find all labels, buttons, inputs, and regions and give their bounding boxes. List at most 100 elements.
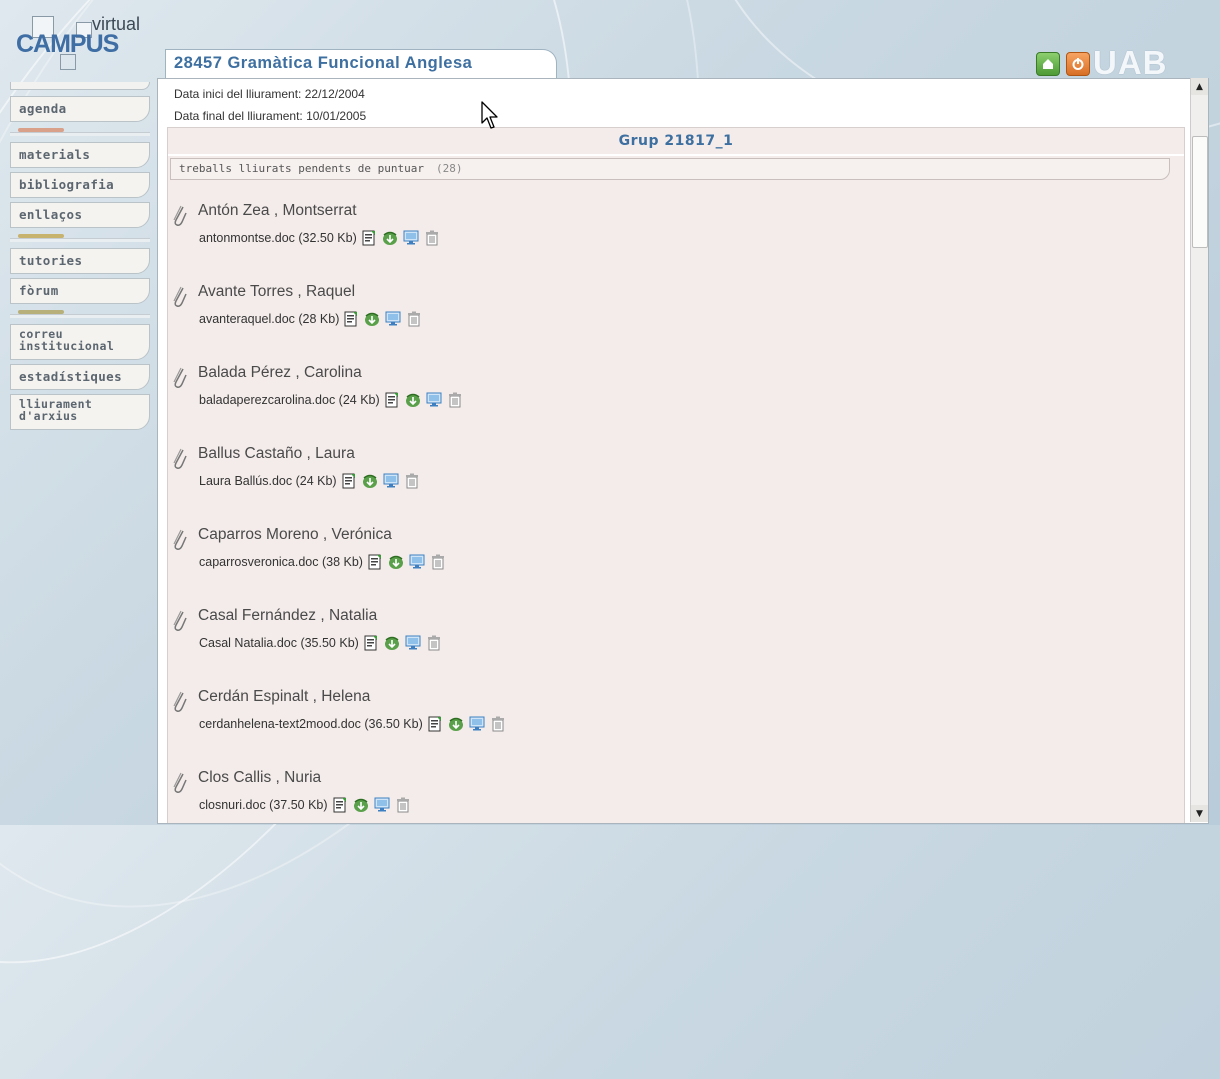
trash-icon[interactable] (448, 392, 462, 408)
student-name: Casal Fernández , Natalia (198, 607, 378, 624)
file-link[interactable]: avanteraquel.doc (28 Kb) (199, 312, 339, 326)
paperclip-icon (172, 609, 188, 631)
download-icon[interactable] (447, 716, 465, 732)
uab-logo: UAB (1093, 44, 1168, 81)
trash-icon[interactable] (407, 311, 421, 327)
grade-document-icon[interactable] (343, 311, 359, 327)
submission-entry: Balada Pérez , Carolina baladaperezcaroli… (168, 364, 1184, 424)
sidebar-item-lliurament-arxius[interactable]: lliurament d'arxius (10, 394, 150, 430)
view-screen-icon[interactable] (374, 797, 392, 813)
submission-entry: Casal Fernández , Natalia Casal Natalia.d… (168, 607, 1184, 667)
file-line: avanteraquel.doc (28 Kb) (199, 311, 421, 327)
sidebar-item-bibliografia[interactable]: bibliografia (10, 172, 150, 198)
grade-document-icon[interactable] (427, 716, 443, 732)
logo-campus-text: CAMPUS (16, 30, 119, 58)
view-screen-icon[interactable] (426, 392, 444, 408)
power-icon[interactable] (1066, 52, 1090, 76)
sidebar: agenda materials bibliografia enllaços t… (10, 82, 150, 434)
student-name: Caparros Moreno , Verónica (198, 526, 392, 543)
view-screen-icon[interactable] (385, 311, 403, 327)
delivery-dates: Data inici del lliurament: 22/12/2004 Da… (174, 83, 366, 127)
paperclip-icon (172, 771, 188, 793)
grade-document-icon[interactable] (332, 797, 348, 813)
file-line: baladaperezcarolina.doc (24 Kb) (199, 392, 462, 408)
trash-icon[interactable] (425, 230, 439, 246)
sidebar-item-tutories[interactable]: tutories (10, 248, 150, 274)
file-link[interactable]: Laura Ballús.doc (24 Kb) (199, 474, 337, 488)
submission-entry: Ballus Castaño , Laura Laura Ballús.doc (… (168, 445, 1184, 505)
grade-document-icon[interactable] (341, 473, 357, 489)
home-icon[interactable] (1036, 52, 1060, 76)
submission-entry: Avante Torres , Raquel avanteraquel.doc (… (168, 283, 1184, 343)
file-line: Casal Natalia.doc (35.50 Kb) (199, 635, 441, 651)
course-tab[interactable]: 28457 Gramàtica Funcional Anglesa (165, 49, 557, 79)
paperclip-icon (172, 690, 188, 712)
sidebar-item-forum[interactable]: fòrum (10, 278, 150, 304)
trash-icon[interactable] (431, 554, 445, 570)
trash-icon[interactable] (427, 635, 441, 651)
scroll-thumb[interactable] (1192, 136, 1208, 248)
view-screen-icon[interactable] (403, 230, 421, 246)
file-line: cerdanhelena-text2mood.doc (36.50 Kb) (199, 716, 505, 732)
paperclip-icon (172, 528, 188, 550)
top-toolbar (1036, 52, 1090, 76)
scroll-down-button[interactable]: ▼ (1191, 805, 1208, 822)
mouse-cursor-icon (481, 101, 498, 129)
trash-icon[interactable] (396, 797, 410, 813)
download-icon[interactable] (363, 311, 381, 327)
grade-document-icon[interactable] (384, 392, 400, 408)
file-line: Laura Ballús.doc (24 Kb) (199, 473, 419, 489)
view-screen-icon[interactable] (469, 716, 487, 732)
start-date: Data inici del lliurament: 22/12/2004 (174, 87, 365, 101)
pending-section-header[interactable]: treballs lliurats pendents de puntuar (28… (170, 158, 1170, 180)
grade-document-icon[interactable] (367, 554, 383, 570)
file-link[interactable]: Casal Natalia.doc (35.50 Kb) (199, 636, 359, 650)
main-panel: Data inici del lliurament: 22/12/2004 Da… (157, 78, 1209, 824)
sidebar-separator (10, 126, 150, 138)
sidebar-separator (10, 308, 150, 320)
paperclip-icon (172, 204, 188, 226)
student-name: Clos Callis , Nuria (198, 769, 322, 786)
view-screen-icon[interactable] (405, 635, 423, 651)
view-screen-icon[interactable] (383, 473, 401, 489)
file-link[interactable]: closnuri.doc (37.50 Kb) (199, 798, 328, 812)
download-icon[interactable] (361, 473, 379, 489)
file-link[interactable]: caparrosveronica.doc (38 Kb) (199, 555, 363, 569)
sidebar-item-correu-institucional[interactable]: correu institucional (10, 324, 150, 360)
student-name: Balada Pérez , Carolina (198, 364, 362, 381)
sidebar-item-agenda[interactable]: agenda (10, 96, 150, 122)
view-screen-icon[interactable] (409, 554, 427, 570)
grade-document-icon[interactable] (361, 230, 377, 246)
download-icon[interactable] (352, 797, 370, 813)
student-name: Antón Zea , Montserrat (198, 202, 357, 219)
end-date: Data final del lliurament: 10/01/2005 (174, 109, 367, 123)
file-line: antonmontse.doc (32.50 Kb) (199, 230, 439, 246)
trash-icon[interactable] (405, 473, 419, 489)
group-content: Grup 21817_1 treballs lliurats pendents … (167, 127, 1185, 823)
sidebar-item-enllacos[interactable]: enllaços (10, 202, 150, 228)
download-icon[interactable] (387, 554, 405, 570)
sidebar-item-estadistiques[interactable]: estadístiques (10, 364, 150, 390)
file-link[interactable]: cerdanhelena-text2mood.doc (36.50 Kb) (199, 717, 423, 731)
file-link[interactable]: antonmontse.doc (32.50 Kb) (199, 231, 357, 245)
grade-document-icon[interactable] (363, 635, 379, 651)
download-icon[interactable] (383, 635, 401, 651)
file-line: caparrosveronica.doc (38 Kb) (199, 554, 445, 570)
student-name: Ballus Castaño , Laura (198, 445, 355, 462)
trash-icon[interactable] (491, 716, 505, 732)
pending-count: (28) (436, 162, 463, 175)
file-link[interactable]: baladaperezcarolina.doc (24 Kb) (199, 393, 380, 407)
vertical-scrollbar[interactable]: ▲ ▼ (1190, 78, 1208, 822)
download-icon[interactable] (381, 230, 399, 246)
sidebar-separator (10, 232, 150, 244)
submission-list: Antón Zea , Montserrat antonmontse.doc (3… (168, 202, 1184, 823)
student-name: Cerdán Espinalt , Helena (198, 688, 371, 705)
scroll-up-button[interactable]: ▲ (1191, 78, 1208, 95)
campus-virtual-logo[interactable]: virtual CAMPUS (14, 8, 164, 78)
file-line: closnuri.doc (37.50 Kb) (199, 797, 410, 813)
paperclip-icon (172, 447, 188, 469)
download-icon[interactable] (404, 392, 422, 408)
pending-label: treballs lliurats pendents de puntuar (179, 162, 425, 175)
sidebar-item-clipped[interactable] (10, 82, 150, 90)
sidebar-item-materials[interactable]: materials (10, 142, 150, 168)
